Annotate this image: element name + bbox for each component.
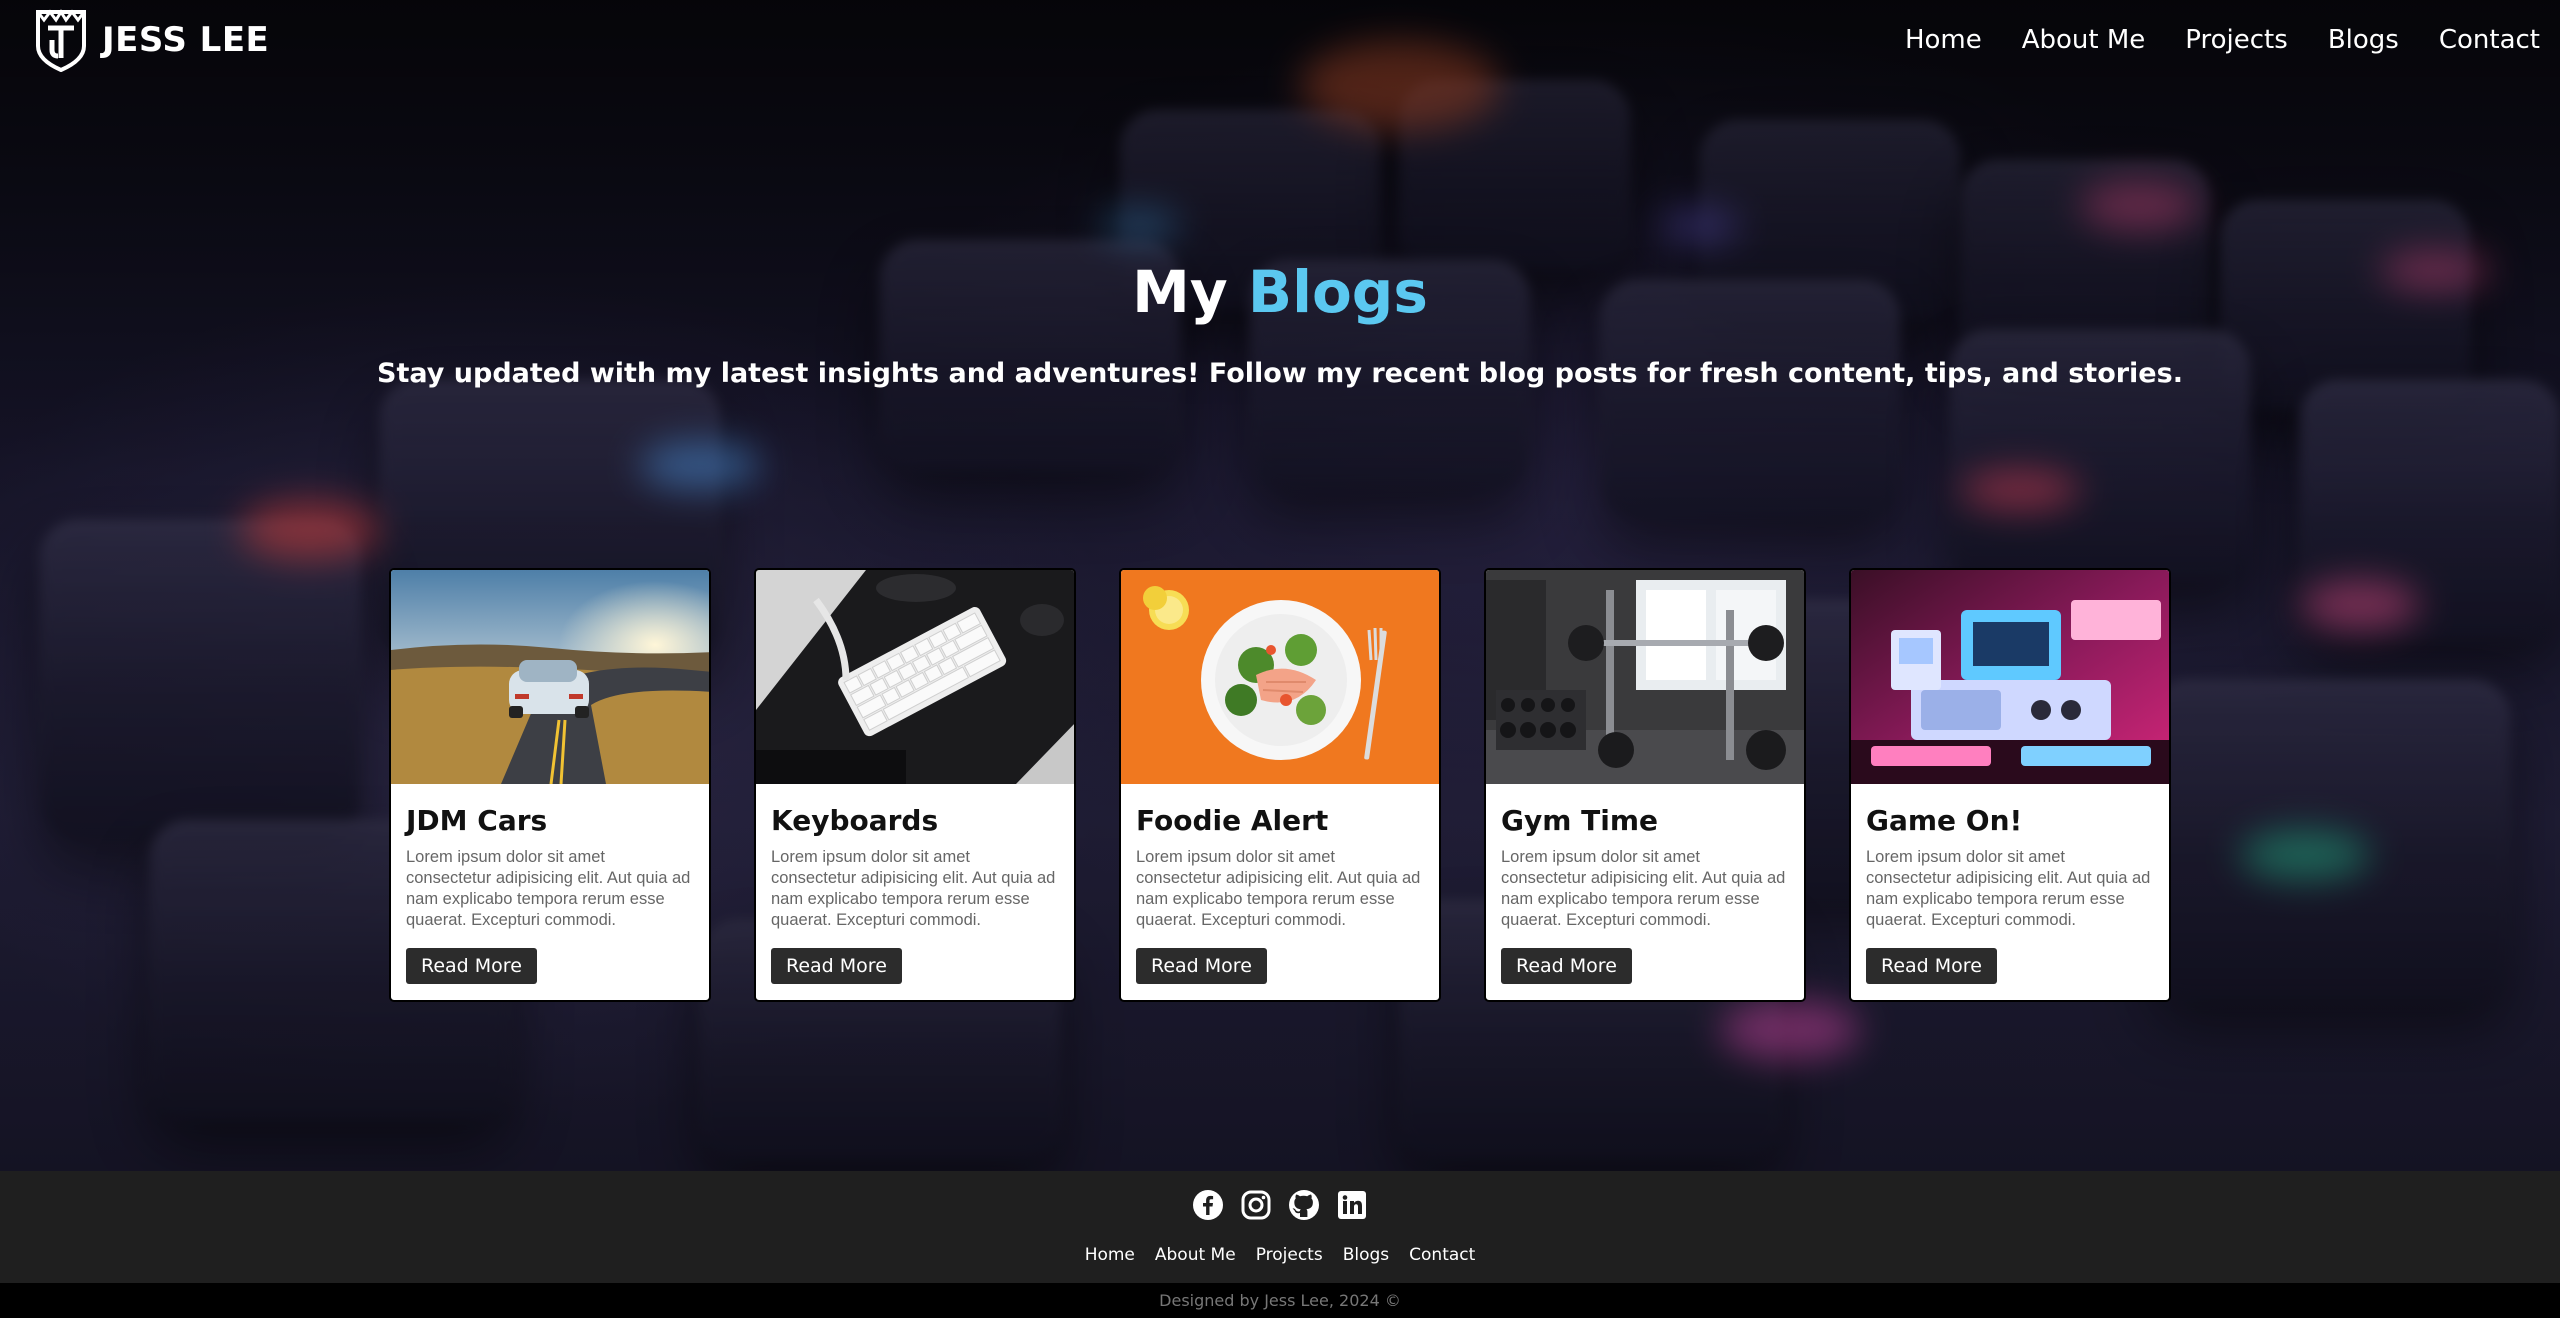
nav-home[interactable]: Home (1905, 25, 1982, 55)
footer-nav-about-me[interactable]: About Me (1155, 1245, 1236, 1265)
blog-cards: JDM Cars Lorem ipsum dolor sit amet cons… (389, 568, 2171, 1002)
instagram-icon[interactable] (1240, 1189, 1272, 1221)
card-text: Lorem ipsum dolor sit amet consectetur a… (1866, 848, 2151, 929)
salad-plate-image (1121, 570, 1439, 784)
title-accent: Blogs (1247, 258, 1428, 326)
card-title: Gym Time (1501, 804, 1659, 837)
nav-contact[interactable]: Contact (2439, 25, 2540, 55)
main-nav: Home About Me Projects Blogs Contact (1905, 25, 2540, 55)
footer-nav-home[interactable]: Home (1085, 1245, 1135, 1265)
social-links (0, 1189, 2560, 1221)
site-header: JESS LEE Home About Me Projects Blogs Co… (0, 0, 2560, 80)
card-title: Game On! (1866, 804, 2023, 837)
github-icon[interactable] (1288, 1189, 1320, 1221)
card-title: Keyboards (771, 804, 939, 837)
white-keyboard-image (756, 570, 1074, 784)
footer-nav-contact[interactable]: Contact (1409, 1245, 1475, 1265)
card-text: Lorem ipsum dolor sit amet consectetur a… (1136, 848, 1421, 929)
copyright-text: Designed by Jess Lee, 2024 © (0, 1283, 2560, 1318)
card-title: JDM Cars (406, 804, 548, 837)
page-subtitle: Stay updated with my latest insights and… (377, 358, 2183, 389)
brand[interactable]: JESS LEE (34, 8, 269, 72)
blog-card-jdm-cars: JDM Cars Lorem ipsum dolor sit amet cons… (389, 568, 711, 1002)
card-title: Foodie Alert (1136, 804, 1329, 837)
blog-card-game-on: Game On! Lorem ipsum dolor sit amet cons… (1849, 568, 2171, 1002)
blog-card-foodie-alert: Foodie Alert Lorem ipsum dolor sit amet … (1119, 568, 1441, 1002)
card-text: Lorem ipsum dolor sit amet consectetur a… (1501, 848, 1786, 929)
page-title: My Blogs (0, 258, 2560, 326)
blog-card-gym-time: Gym Time Lorem ipsum dolor sit amet cons… (1484, 568, 1806, 1002)
gym-equipment-image (1486, 570, 1804, 784)
nav-projects[interactable]: Projects (2185, 25, 2288, 55)
card-text: Lorem ipsum dolor sit amet consectetur a… (406, 848, 691, 929)
card-text: Lorem ipsum dolor sit amet consectetur a… (771, 848, 1056, 929)
retro-consoles-image (1851, 570, 2169, 784)
nav-about-me[interactable]: About Me (2022, 25, 2146, 55)
brand-name: JESS LEE (102, 20, 270, 60)
footer-nav-blogs[interactable]: Blogs (1343, 1245, 1389, 1265)
nav-blogs[interactable]: Blogs (2328, 25, 2399, 55)
read-more-button[interactable]: Read More (1136, 948, 1267, 984)
read-more-button[interactable]: Read More (1866, 948, 1997, 984)
title-prefix: My (1132, 258, 1228, 326)
facebook-icon[interactable] (1192, 1189, 1224, 1221)
site-footer: Home About Me Projects Blogs Contact (0, 1171, 2560, 1283)
footer-nav-projects[interactable]: Projects (1256, 1245, 1323, 1265)
read-more-button[interactable]: Read More (1501, 948, 1632, 984)
read-more-button[interactable]: Read More (771, 948, 902, 984)
read-more-button[interactable]: Read More (406, 948, 537, 984)
blog-card-keyboards: Keyboards Lorem ipsum dolor sit amet con… (754, 568, 1076, 1002)
shield-logo-icon (36, 9, 86, 72)
car-on-road-image (391, 570, 709, 784)
footer-nav: Home About Me Projects Blogs Contact (0, 1245, 2560, 1265)
linkedin-icon[interactable] (1336, 1189, 1368, 1221)
